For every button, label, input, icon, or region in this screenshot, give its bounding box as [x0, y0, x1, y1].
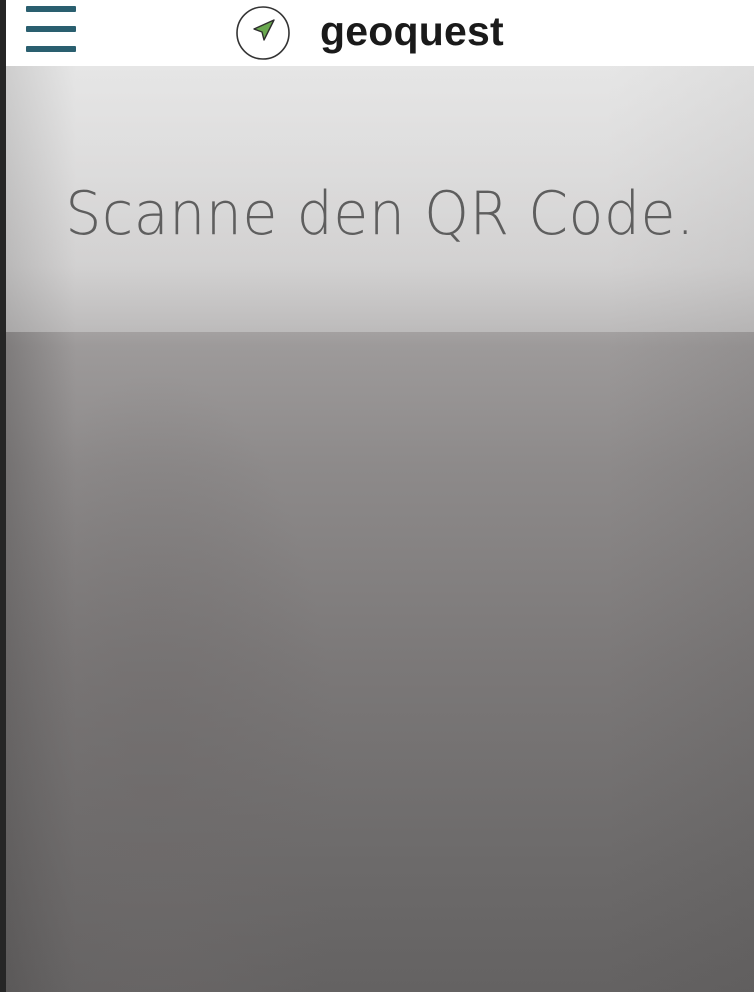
compass-arrow-icon — [236, 6, 290, 60]
menu-bar-bottom — [26, 46, 76, 52]
app-name: geoquest — [320, 7, 504, 54]
menu-bar-top — [26, 6, 76, 12]
instruction-banner: Scanne den QR Code. — [6, 66, 754, 332]
menu-bar-middle — [26, 26, 76, 32]
hamburger-menu-icon[interactable] — [26, 6, 78, 52]
scan-instruction: Scanne den QR Code. — [65, 179, 695, 249]
app-header: geoquest — [6, 0, 754, 66]
app-screen: Scanne den QR Code. geoquest — [0, 0, 754, 992]
app-brand[interactable]: geoquest — [234, 0, 504, 62]
